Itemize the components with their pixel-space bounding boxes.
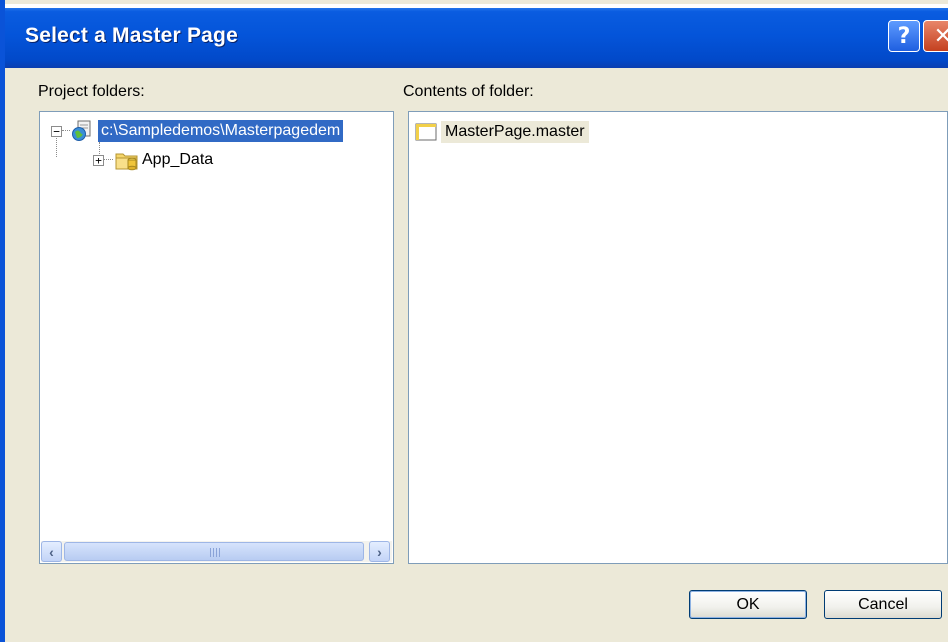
help-button[interactable]: ?: [888, 20, 920, 52]
chevron-right-icon: ›: [377, 543, 382, 560]
tree-item-app-data[interactable]: + App_Data: [93, 149, 213, 171]
scroll-grip-icon: [210, 548, 220, 557]
folder-contents-list[interactable]: MasterPage.master: [408, 111, 948, 564]
project-folders-tree[interactable]: − c:\Sampledemos\Masterpagedem + App_Dat…: [39, 111, 394, 564]
expand-icon[interactable]: +: [93, 154, 104, 166]
close-icon: ✕: [934, 24, 948, 49]
web-project-icon: [71, 119, 95, 143]
chevron-left-icon: ‹: [49, 543, 54, 560]
tree-item-root[interactable]: − c:\Sampledemos\Masterpagedem: [51, 119, 344, 143]
title-bar-top-edge: [5, 4, 948, 8]
horizontal-scrollbar[interactable]: ‹ ›: [41, 541, 392, 562]
close-button[interactable]: ✕: [923, 20, 948, 52]
file-name-label[interactable]: MasterPage.master: [441, 121, 589, 143]
master-page-file-icon: [415, 122, 437, 142]
contents-of-folder-label: Contents of folder:: [403, 83, 534, 100]
dialog-title: Select a Master Page: [25, 24, 238, 47]
scroll-right-button[interactable]: ›: [369, 541, 390, 562]
list-item[interactable]: MasterPage.master: [415, 121, 589, 143]
title-bar[interactable]: Select a Master Page ? ✕: [5, 4, 948, 68]
cancel-button[interactable]: Cancel: [824, 590, 942, 619]
tree-item-app-data-label[interactable]: App_Data: [142, 151, 213, 169]
project-folders-label: Project folders:: [38, 83, 145, 100]
app-data-folder-icon: [115, 149, 139, 171]
select-master-page-dialog: Select a Master Page ? ✕ Project folders…: [0, 0, 948, 642]
scroll-left-button[interactable]: ‹: [41, 541, 62, 562]
ok-button[interactable]: OK: [689, 590, 807, 619]
scrollbar-thumb[interactable]: [64, 542, 364, 561]
help-icon: ?: [897, 23, 911, 49]
collapse-icon[interactable]: −: [51, 125, 62, 137]
tree-item-root-label[interactable]: c:\Sampledemos\Masterpagedem: [98, 120, 344, 142]
